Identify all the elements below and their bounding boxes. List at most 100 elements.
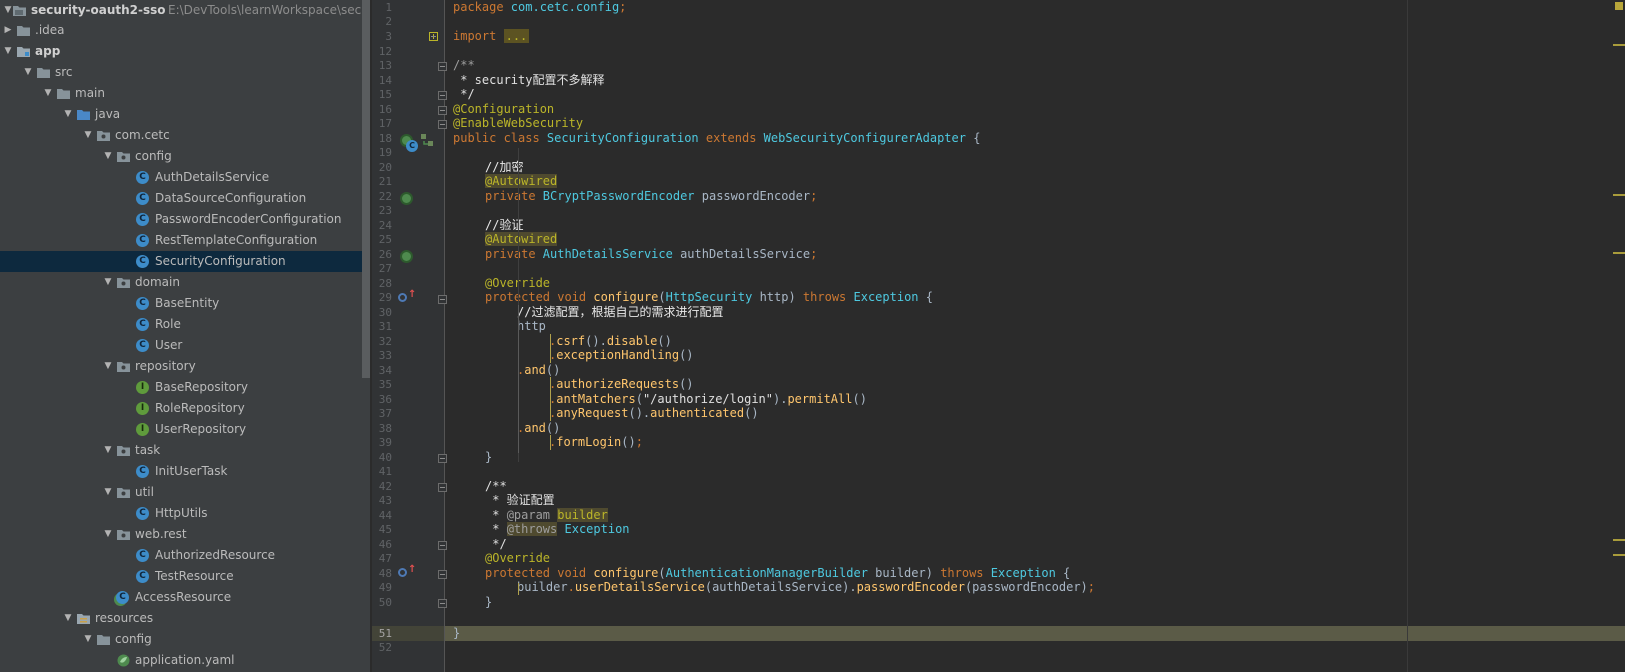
chevron-down-icon[interactable]: ▼ <box>102 482 114 503</box>
code-line-47[interactable]: @Override <box>485 551 550 566</box>
autowired-bean-icon[interactable] <box>400 192 413 205</box>
chevron-down-icon[interactable]: ▼ <box>22 62 34 83</box>
tree-item-config[interactable]: ▼ config <box>0 629 372 650</box>
code-line-45[interactable]: * @throws Exception <box>485 522 630 537</box>
line-number[interactable]: 2 <box>372 14 392 29</box>
line-number[interactable]: 21 <box>372 174 392 189</box>
stripe-marker[interactable] <box>1613 554 1625 556</box>
tree-item-domain[interactable]: ▼ domain <box>0 272 372 293</box>
line-number[interactable]: 18 <box>372 131 392 146</box>
fold-marker[interactable] <box>438 120 447 129</box>
code-line-36[interactable]: .antMatchers("/authorize/login").permitA… <box>549 392 867 407</box>
tree-item-application-yaml[interactable]: application.yaml <box>0 650 372 671</box>
code-line-39[interactable]: .formLogin(); <box>549 435 643 450</box>
line-number[interactable]: 30 <box>372 305 392 320</box>
chevron-down-icon[interactable]: ▼ <box>102 146 114 167</box>
fold-marker[interactable] <box>438 570 447 579</box>
line-number[interactable]: 47 <box>372 551 392 566</box>
line-number[interactable]: 13 <box>372 58 392 73</box>
fold-marker[interactable] <box>438 62 447 71</box>
code-line-48[interactable]: protected void configure(AuthenticationM… <box>485 566 1070 581</box>
line-number[interactable]: 34 <box>372 363 392 378</box>
stripe-marker[interactable] <box>1613 252 1625 254</box>
code-line-51[interactable]: } <box>453 626 460 641</box>
tree-scrollbar[interactable] <box>362 0 370 378</box>
code-line-22[interactable]: private BCryptPasswordEncoder passwordEn… <box>485 189 817 204</box>
code-line-1[interactable]: package com.cetc.config; <box>453 0 626 15</box>
line-number[interactable]: 46 <box>372 537 392 552</box>
fold-marker[interactable] <box>438 295 447 304</box>
line-number[interactable]: 32 <box>372 334 392 349</box>
tree-item-app[interactable]: ▼ app <box>0 41 372 62</box>
code-line-14[interactable]: * security配置不多解释 <box>453 73 604 88</box>
code-line-17[interactable]: @EnableWebSecurity <box>453 116 583 131</box>
chevron-down-icon[interactable]: ▼ <box>102 524 114 545</box>
tree-item-util[interactable]: ▼ util <box>0 482 372 503</box>
line-number[interactable]: 19 <box>372 145 392 160</box>
code-line-18[interactable]: public class SecurityConfiguration exten… <box>453 131 980 146</box>
code-line-37[interactable]: .anyRequest().authenticated() <box>549 406 759 421</box>
chevron-down-icon[interactable]: ▼ <box>62 608 74 629</box>
line-number[interactable]: 27 <box>372 261 392 276</box>
stripe-marker[interactable] <box>1613 44 1625 46</box>
code-line-49[interactable]: builder.userDetailsService(authDetailsSe… <box>517 580 1095 595</box>
stripe-marker[interactable] <box>1613 194 1625 196</box>
fold-marker[interactable] <box>438 541 447 550</box>
line-number[interactable]: 14 <box>372 73 392 88</box>
code-line-26[interactable]: private AuthDetailsService authDetailsSe… <box>485 247 817 262</box>
line-number[interactable]: 50 <box>372 595 392 610</box>
tree-item-task[interactable]: ▼ task <box>0 440 372 461</box>
tree-item-testresource[interactable]: C TestResource <box>0 566 372 587</box>
tree-item-java[interactable]: ▼ java <box>0 104 372 125</box>
code-line-42[interactable]: /** <box>485 479 507 494</box>
line-number[interactable]: 33 <box>372 348 392 363</box>
code-line-43[interactable]: * 验证配置 <box>485 493 554 508</box>
stripe-marker[interactable] <box>1613 539 1625 541</box>
code-line-32[interactable]: .csrf().disable() <box>549 334 672 349</box>
code-line-30[interactable]: //过滤配置，根据自己的需求进行配置 <box>517 305 723 320</box>
fold-marker[interactable] <box>438 91 447 100</box>
line-number[interactable]: 35 <box>372 377 392 392</box>
tree-item-accessresource[interactable]: C AccessResource <box>0 587 372 608</box>
code-line-46[interactable]: */ <box>485 537 506 552</box>
chevron-down-icon[interactable]: ▼ <box>62 104 74 125</box>
code-line-40[interactable]: } <box>485 450 492 465</box>
code-line-44[interactable]: * @param builder <box>485 508 608 523</box>
line-number[interactable]: 51 <box>372 626 392 641</box>
tree-item-web-rest[interactable]: ▼ web.rest <box>0 524 372 545</box>
tree-item-main[interactable]: ▼ main <box>0 83 372 104</box>
chevron-down-icon[interactable]: ▼ <box>82 629 94 650</box>
tree-item-src[interactable]: ▼ src <box>0 62 372 83</box>
code-line-31[interactable]: http <box>517 319 546 334</box>
line-number[interactable]: 16 <box>372 102 392 117</box>
tree-root-row[interactable]: ▼ security-oauth2-sso E:\DevTools\learnW… <box>0 0 372 21</box>
line-number[interactable]: 22 <box>372 189 392 204</box>
code-line-13[interactable]: /** <box>453 58 475 73</box>
tree-item-resources[interactable]: ▼ resources <box>0 608 372 629</box>
line-number[interactable]: 39 <box>372 435 392 450</box>
fold-marker[interactable] <box>438 599 447 608</box>
tree-item-securityconfiguration[interactable]: C SecurityConfiguration <box>0 251 372 272</box>
code-line-35[interactable]: .authorizeRequests() <box>549 377 694 392</box>
line-number[interactable]: 37 <box>372 406 392 421</box>
line-number[interactable]: 48 <box>372 566 392 581</box>
tree-item-passwordencoderconfiguration[interactable]: C PasswordEncoderConfiguration <box>0 209 372 230</box>
line-number[interactable]: 17 <box>372 116 392 131</box>
inspection-status-icon[interactable] <box>1615 2 1623 10</box>
tree-item-role[interactable]: C Role <box>0 314 372 335</box>
code-line-50[interactable]: } <box>485 595 492 610</box>
chevron-down-icon[interactable]: ▼ <box>102 440 114 461</box>
line-number[interactable]: 20 <box>372 160 392 175</box>
tree-item-initusertask[interactable]: C InitUserTask <box>0 461 372 482</box>
tree-item-userrepository[interactable]: I UserRepository <box>0 419 372 440</box>
code-line-16[interactable]: @Configuration <box>453 102 554 117</box>
code-editor[interactable]: 1 2 3 12 13 14 15 16 17 18 19 20 21 22 23 24 25 26 27 28 29 3… <box>372 0 1625 672</box>
tree-item-repository[interactable]: ▼ repository <box>0 356 372 377</box>
chevron-down-icon[interactable]: ▼ <box>82 125 94 146</box>
code-line-34[interactable]: .and() <box>517 363 560 378</box>
code-line-21[interactable]: @Autowired <box>485 174 558 189</box>
fold-marker[interactable] <box>438 106 447 115</box>
line-number[interactable]: 26 <box>372 247 392 262</box>
line-number[interactable]: 15 <box>372 87 392 102</box>
code-line-15[interactable]: */ <box>453 87 474 102</box>
